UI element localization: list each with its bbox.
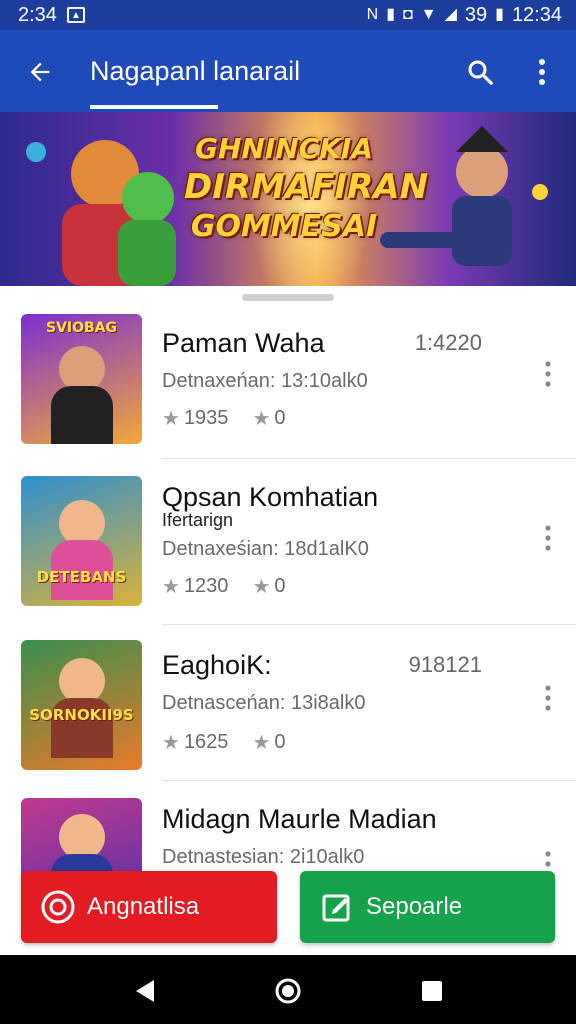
item-more-button[interactable] [536, 678, 560, 718]
rating-value: 1935 [183, 407, 229, 429]
game-meta: Detnaxeśian: 18d1alK0 [162, 538, 369, 560]
square-recents-icon [422, 981, 442, 1001]
vibrate-icon: ◘ [403, 6, 413, 23]
game-thumbnail: SORNOKII9S [21, 640, 142, 770]
page-title: Nagapanl lanarail [90, 56, 301, 86]
back-button[interactable] [18, 50, 62, 94]
primary-action-label: Angnatlisa [87, 893, 200, 920]
game-list-item[interactable]: SORNOKII9S EaghoiK: 918121 Detnasceńan: … [0, 640, 576, 796]
game-list-item[interactable]: Midagn Maurle Madian Detnastesian: 2i10a… [0, 798, 576, 878]
battery-icon: ▮ [495, 6, 504, 23]
banner-line-3: GOMMESAI [190, 209, 378, 244]
search-button[interactable] [458, 50, 502, 94]
game-meta: Detnastesian: 2i10alk0 [162, 846, 365, 868]
count-value: 0 [274, 407, 286, 429]
game-thumbnail [21, 798, 142, 878]
status-time-left: 2:34 [18, 3, 57, 26]
status-bar: 2:34 ▲ N ▮ ◘ ▼ ◢ 39 ▮ 12:34 [0, 0, 576, 30]
nav-home-button[interactable] [266, 969, 310, 1013]
game-stats: ★ 1935 ★ 0 [162, 406, 286, 431]
item-more-button[interactable] [536, 518, 560, 558]
game-stats: ★ 1230 ★ 0 [162, 574, 286, 599]
banner-line-1: GHNINCKIA [194, 132, 374, 165]
thumb-label: SVIOBAG [45, 320, 118, 336]
count-value: 0 [274, 731, 286, 753]
nav-back-button[interactable] [122, 969, 166, 1013]
game-title: Qpsan Komhatian [162, 482, 379, 512]
game-thumbnail: SVIOBAG [21, 314, 142, 444]
star-icon: ★ [162, 576, 180, 598]
list-divider [162, 624, 576, 625]
thumb-label: SORNOKII9S [29, 706, 134, 724]
game-title: Midagn Maurle Madian [162, 804, 437, 834]
app-bar: Nagapanl lanarail [0, 30, 576, 112]
game-title: EaghoiK: [162, 650, 272, 680]
banner-line-2: DIRMAFIRAN [184, 167, 429, 207]
game-code: 918121 [408, 652, 482, 677]
triangle-back-icon [136, 980, 154, 1002]
edit-square-icon [320, 890, 354, 924]
item-more-button[interactable] [536, 354, 560, 394]
signal-icon: ◢ [444, 6, 457, 23]
list-divider [162, 780, 576, 781]
more-vert-icon [545, 685, 551, 711]
secondary-action-button[interactable]: Sepoarle [300, 871, 555, 943]
game-meta: Detnaxeńan: 13:10alk0 [162, 370, 368, 392]
gallery-notification-icon: ▲ [66, 7, 85, 23]
thumb-character-body [51, 386, 113, 444]
wifi-icon: ▼ [420, 6, 437, 23]
star-icon: ★ [252, 408, 271, 430]
status-time-right: 12:34 [511, 3, 562, 26]
game-list-item[interactable]: SVIOBAG Paman Waha 1:4220 Detnaxeńan: 13… [0, 314, 576, 470]
rating-value: 1625 [183, 731, 229, 753]
count-value: 0 [274, 575, 286, 597]
game-meta: Detnasceńan: 13i8alk0 [162, 692, 366, 714]
target-icon [41, 890, 75, 924]
primary-action-button[interactable]: Angnatlisa [21, 871, 277, 943]
battery-percent: 39 [464, 3, 488, 26]
star-icon: ★ [162, 732, 180, 754]
more-vert-icon [539, 59, 545, 85]
list-divider [162, 458, 576, 459]
game-subtitle: Ifertarign [162, 510, 234, 530]
title-underline [90, 105, 218, 109]
game-title: Paman Waha [162, 328, 325, 358]
circle-home-icon [275, 978, 301, 1004]
nfc-icon: N [366, 6, 379, 23]
secondary-action-label: Sepoarle [366, 893, 463, 920]
hero-banner[interactable]: GHNINCKIA DIRMAFIRAN GOMMESAI [0, 112, 576, 286]
arrow-back-icon [30, 62, 50, 82]
rating-value: 1230 [183, 575, 229, 597]
game-code: 1:4220 [414, 330, 482, 355]
game-list-item[interactable]: DETEBANS Qpsan Komhatian Ifertarign Detn… [0, 476, 576, 632]
sheet-drag-handle[interactable] [242, 294, 334, 301]
game-stats: ★ 1625 ★ 0 [162, 730, 286, 755]
thumb-label: DETEBANS [36, 568, 127, 586]
star-icon: ★ [252, 576, 271, 598]
sim-icon: ▮ [386, 6, 396, 23]
banner-title: GHNINCKIA DIRMAFIRAN GOMMESAI [184, 112, 429, 244]
star-icon: ★ [162, 408, 180, 430]
more-vert-icon [545, 525, 551, 551]
search-icon [468, 60, 493, 85]
star-icon: ★ [252, 732, 271, 754]
game-thumbnail: DETEBANS [21, 476, 142, 606]
more-vert-icon [545, 361, 551, 387]
system-nav-bar [0, 955, 576, 1024]
nav-recents-button[interactable] [410, 969, 454, 1013]
overflow-menu-button[interactable] [520, 50, 564, 94]
